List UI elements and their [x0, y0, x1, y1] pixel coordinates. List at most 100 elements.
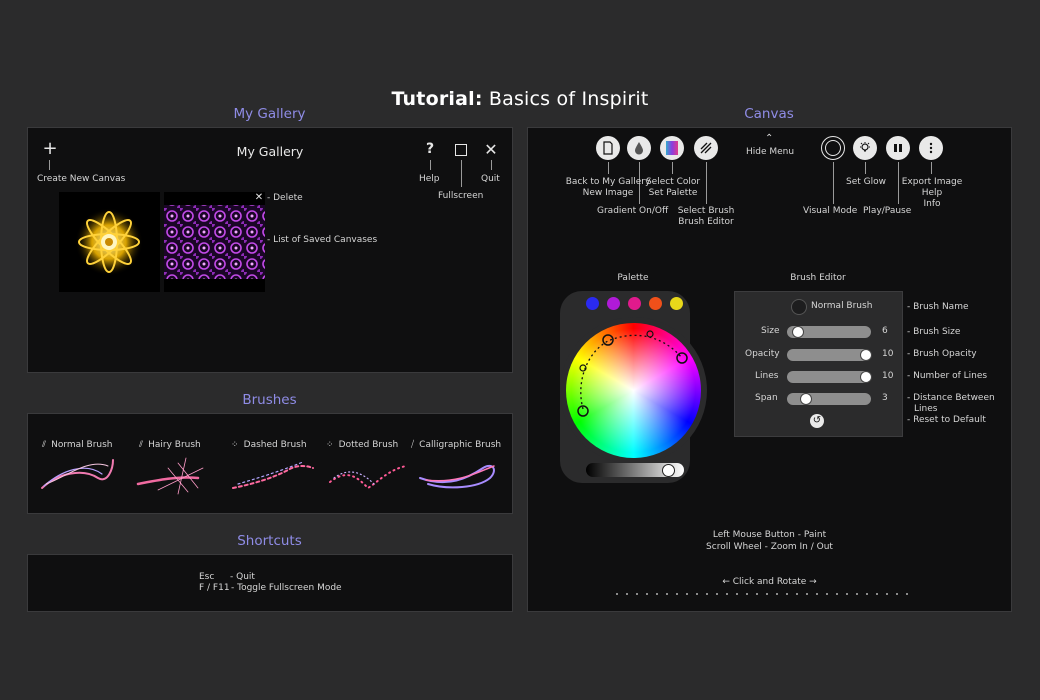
visual-mode-label: Visual Mode [803, 206, 858, 216]
lightbulb-icon [860, 142, 870, 152]
select-brush-button[interactable] [694, 136, 718, 160]
select-color-label: Select Color Set Palette [645, 177, 701, 198]
canvas-section-title: Canvas [744, 106, 794, 122]
quit-label: Quit [481, 174, 500, 184]
brightness-slider-knob[interactable] [662, 464, 675, 477]
shortcut-key: F / F11 [199, 583, 230, 593]
shortcut-desc: - Quit [230, 572, 255, 582]
brush-name-icon [791, 299, 807, 315]
set-glow-label: Set Glow [846, 177, 886, 187]
brush-icon [700, 142, 712, 154]
brushes-panel: ⫽ Normal Brush ⫽ Hairy Brush ⁘ Dashed Br… [27, 413, 513, 514]
brightness-slider[interactable] [586, 463, 684, 477]
fullscreen-icon[interactable] [455, 144, 467, 156]
gallery-header: My Gallery [236, 144, 304, 159]
callout-line [608, 162, 609, 174]
help-icon[interactable]: ? [423, 141, 437, 157]
play-pause-button[interactable] [886, 136, 910, 160]
pattern-thumbnail-image [164, 205, 265, 279]
palette-color-swatch[interactable] [628, 297, 641, 310]
saved-canvases-label: - List of Saved Canvases [267, 235, 378, 245]
chevron-up-icon[interactable]: ⌃ [765, 133, 773, 144]
callout-line [461, 160, 462, 187]
callout-line [931, 162, 932, 174]
brush-name-annotation: - Brush Name [907, 302, 969, 312]
palette-color-swatch[interactable] [607, 297, 620, 310]
more-button[interactable] [919, 136, 943, 160]
gradient-label: Gradient On/Off [597, 206, 669, 216]
select-color-button[interactable] [660, 136, 684, 160]
palette-color-swatch[interactable] [649, 297, 662, 310]
slider-label: Opacity [745, 349, 780, 359]
color-wheel-markers [577, 330, 688, 417]
delete-label: - Delete [267, 193, 303, 203]
canvas-panel: Back to My Gallery New Image Select Color… [527, 127, 1012, 612]
shortcuts-section-title: Shortcuts [237, 533, 302, 549]
delete-icon[interactable]: ✕ [252, 192, 266, 203]
brush-editor-panel: Normal Brush Size 6 Opacity 10 Lines 10 … [734, 291, 903, 437]
palette-color-swatch[interactable] [670, 297, 683, 310]
brush-editor-title: Brush Editor [790, 273, 846, 283]
slider-value: 10 [882, 349, 894, 359]
brush-opacity-annotation: - Brush Opacity [907, 349, 977, 359]
brush-size-annotation: - Brush Size [907, 327, 961, 337]
brush-stroke-previews [41, 457, 495, 495]
brushes-section-title: Brushes [242, 392, 297, 408]
circle-icon [825, 140, 841, 156]
create-canvas-label: Create New Canvas [37, 174, 126, 184]
drop-icon [635, 142, 643, 155]
callout-line [833, 162, 834, 204]
brush-name: Normal Brush [811, 301, 873, 311]
slider-knob[interactable] [860, 349, 872, 361]
slider-label: Span [755, 393, 778, 403]
palette-swatch-icon [666, 141, 678, 155]
size-slider[interactable] [787, 326, 871, 338]
gallery-section-title: My Gallery [233, 106, 306, 122]
callout-line [430, 160, 431, 170]
gallery-panel: + Create New Canvas My Gallery ? Help Fu… [27, 127, 513, 373]
hide-menu-label[interactable]: Hide Menu [746, 147, 794, 157]
callout-line [491, 160, 492, 170]
pause-icon [894, 144, 902, 152]
opacity-slider[interactable] [787, 349, 872, 361]
slider-value: 6 [882, 326, 888, 336]
help-label: Help [419, 174, 440, 184]
slider-knob[interactable] [860, 371, 872, 383]
gradient-toggle-button[interactable] [627, 136, 651, 160]
visual-mode-button[interactable] [821, 136, 845, 160]
select-brush-label: Select Brush Brush Editor [677, 206, 735, 227]
mandala-thumbnail-image [75, 208, 143, 276]
shortcut-desc: - Toggle Fullscreen Mode [231, 583, 342, 593]
slider-knob[interactable] [791, 326, 804, 338]
document-icon [603, 141, 613, 155]
mouse-instructions: Left Mouse Button - Paint Scroll Wheel - … [706, 530, 833, 552]
fullscreen-label: Fullscreen [438, 191, 484, 201]
close-icon[interactable]: ✕ [484, 140, 498, 159]
rotate-track[interactable] [616, 593, 916, 595]
rotate-instruction: ← Click and Rotate → [722, 577, 817, 587]
shortcut-key: Esc [199, 572, 215, 582]
slider-knob[interactable] [800, 393, 813, 405]
slider-value: 3 [882, 393, 888, 403]
reset-annotation: - Reset to Default [907, 415, 986, 425]
callout-line [49, 160, 50, 170]
new-image-button[interactable] [596, 136, 620, 160]
set-glow-button[interactable] [853, 136, 877, 160]
callout-line [865, 162, 866, 174]
reset-icon[interactable]: ↺ [810, 414, 824, 428]
slider-label: Size [761, 326, 780, 336]
lines-slider[interactable] [787, 371, 872, 383]
more-vertical-icon [929, 142, 933, 154]
canvas-thumbnail[interactable] [59, 192, 160, 292]
play-pause-label: Play/Pause [863, 206, 912, 216]
palette-title: Palette [617, 273, 649, 283]
distance-annotation: - Distance Between Lines [907, 393, 995, 414]
span-slider[interactable] [787, 393, 871, 405]
canvas-thumbnail[interactable] [164, 192, 265, 292]
callout-line [672, 162, 673, 174]
palette-color-swatch[interactable] [586, 297, 599, 310]
shortcuts-panel: Esc - Quit F / F11 - Toggle Fullscreen M… [27, 554, 513, 612]
lines-annotation: - Number of Lines [907, 371, 988, 381]
slider-value: 10 [882, 371, 894, 381]
slider-label: Lines [755, 371, 779, 381]
